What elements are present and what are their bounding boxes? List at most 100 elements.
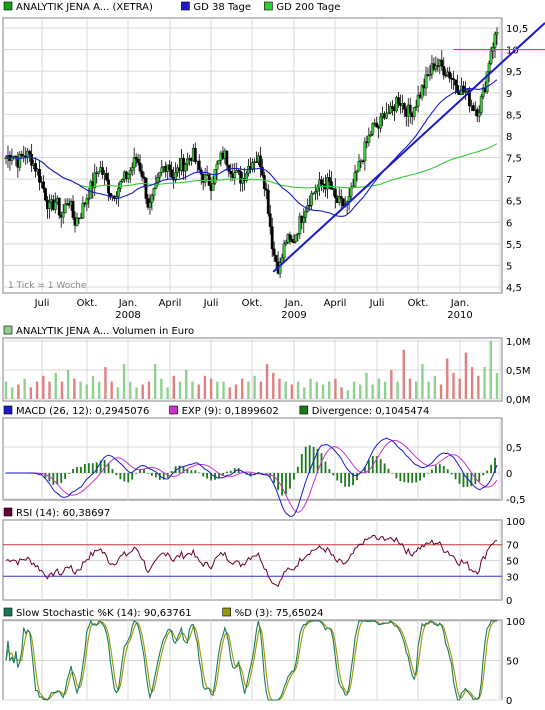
price-candle <box>20 153 24 157</box>
volume-bar <box>334 378 337 399</box>
volume-bar <box>17 384 20 399</box>
macd-divergence-bar <box>458 473 461 484</box>
price-candle <box>424 74 428 89</box>
macd-divergence-bar <box>72 468 74 473</box>
price-ytick-6: 7,5 <box>506 154 522 165</box>
macd-divergence-bar <box>194 470 197 473</box>
xtick-5: Okt. <box>242 298 263 309</box>
price-candle <box>477 112 481 117</box>
macd-divergence-bar <box>289 473 291 489</box>
price-candle <box>310 193 314 206</box>
volume-bar <box>203 375 207 399</box>
price-ytick-9: 9 <box>506 89 512 100</box>
macd-divergence-bar <box>490 464 492 473</box>
macd-divergence-bar <box>87 463 90 473</box>
volume-bar <box>110 381 113 399</box>
price-ytick-2: 5,5 <box>506 240 522 251</box>
volume-bar <box>265 364 269 399</box>
price-candle <box>302 217 306 223</box>
volume-bar <box>377 378 381 399</box>
stoch-legend-swatch-0 <box>3 607 13 617</box>
macd-divergence-bar <box>324 461 327 473</box>
volume-bar <box>228 387 231 399</box>
price-candle <box>233 172 237 178</box>
macd-divergence-bar <box>154 473 157 478</box>
price-candle <box>197 160 201 171</box>
price-candle <box>186 158 189 165</box>
price-candle <box>97 171 101 174</box>
price-candle <box>262 175 266 189</box>
volume-bar <box>178 381 182 399</box>
price-legend-swatch-0 <box>3 1 13 11</box>
price-candle <box>160 167 164 173</box>
macd-legend-label-2: Divergence: 0,1045474 <box>312 406 430 417</box>
xtick-year-6: 2009 <box>281 310 306 321</box>
xtick-4: Juli <box>203 298 219 309</box>
price-candle <box>38 168 41 183</box>
macd-divergence-bar <box>427 473 429 474</box>
volume-bar <box>321 384 325 399</box>
volume-bar <box>446 358 449 399</box>
price-candle <box>128 170 132 175</box>
rsi-ytick-1: 30 <box>506 572 519 583</box>
price-candle <box>116 188 120 197</box>
macd-divergence-bar <box>127 473 130 483</box>
price-candle <box>203 174 207 183</box>
price-candle <box>294 234 298 242</box>
price-candle <box>225 150 229 166</box>
price-candle <box>193 147 197 162</box>
macd-divergence-bar <box>76 467 78 473</box>
macd-divergence-bar <box>419 473 421 481</box>
macd-divergence-bar <box>442 465 445 473</box>
price-candle <box>327 177 331 182</box>
price-candle <box>136 158 140 164</box>
volume-bar <box>54 372 57 399</box>
macd-legend-swatch-0 <box>3 405 13 415</box>
volume-bar <box>359 384 362 399</box>
macd-legend-swatch-2 <box>299 405 309 415</box>
price-candle <box>495 32 499 35</box>
price-candle <box>367 135 371 143</box>
price-candle <box>339 196 343 200</box>
macd-divergence-bar <box>273 473 276 483</box>
xtick-1: Okt. <box>77 298 98 309</box>
rsi-ytick-0: 0 <box>506 596 512 607</box>
price-ytick-10: 9,5 <box>506 67 522 78</box>
price-ytick-12: 10,5 <box>506 24 528 35</box>
price-candle <box>397 97 400 104</box>
price-candle <box>120 179 124 182</box>
macd-divergence-bar <box>466 473 469 487</box>
volume-bar <box>66 370 70 399</box>
price-candle <box>170 169 174 178</box>
macd-divergence-bar <box>446 469 449 473</box>
macd-divergence-bar <box>411 473 414 483</box>
volume-bar <box>290 384 294 399</box>
volume-bar <box>315 381 318 399</box>
volume-legend-swatch-0 <box>3 325 13 335</box>
xtick-3: April <box>159 298 182 309</box>
price-candle <box>320 179 323 185</box>
volume-bar <box>458 378 461 399</box>
macd-divergence-bar <box>178 465 181 473</box>
volume-bar <box>439 384 443 399</box>
price-candle <box>211 183 215 191</box>
macd-divergence-bar <box>438 464 441 473</box>
volume-legend-label-0: ANALYTIK JENA A... Volumen in Euro <box>16 326 194 337</box>
price-candle <box>379 116 383 129</box>
volume-bar <box>60 381 64 399</box>
price-candle <box>349 187 353 197</box>
price-ytick-7: 8 <box>506 132 512 143</box>
price-ytick-3: 6 <box>506 218 512 229</box>
xtick-9: Okt. <box>408 298 429 309</box>
price-candle <box>93 172 97 189</box>
macd-divergence-bar <box>292 473 295 480</box>
price-candle <box>274 255 278 262</box>
volume-bar <box>98 381 101 399</box>
volume-bar <box>209 378 213 399</box>
macd-divergence-bar <box>304 446 307 473</box>
macd-divergence-bar <box>296 466 299 473</box>
price-candle <box>314 191 317 194</box>
volume-bar <box>85 384 88 399</box>
price-candle <box>369 133 373 136</box>
xtick-0: Juli <box>34 298 50 309</box>
